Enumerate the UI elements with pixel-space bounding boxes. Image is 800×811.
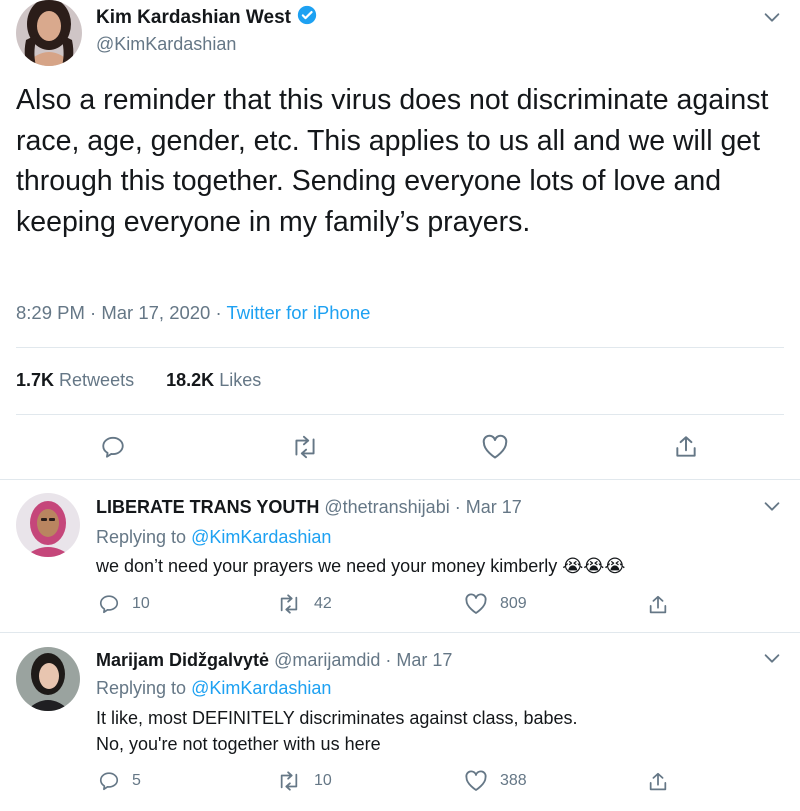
replying-to-label: Replying to [96, 527, 187, 547]
likes-stat[interactable]: 18.2K Likes [166, 370, 261, 390]
retweet-icon [295, 435, 315, 459]
reply-text-line: It like, most DEFINITELY discriminates a… [96, 708, 578, 728]
retweet-button[interactable] [288, 432, 322, 462]
reply-date[interactable]: · Mar 17 [455, 497, 522, 517]
reply-avatar[interactable] [16, 493, 80, 557]
reply-header: LIBERATE TRANS YOUTH @thetranshijabi · M… [96, 497, 522, 518]
heart-icon [465, 593, 487, 614]
replying-to-link[interactable]: @KimKardashian [191, 678, 331, 698]
reply-count: 10 [132, 595, 150, 612]
reply-like-button[interactable]: 388 [464, 770, 527, 792]
reply-reply-button[interactable]: 5 [98, 770, 141, 792]
reply-share-button[interactable] [646, 593, 670, 617]
crying-emoji: 😭😭😭 [562, 556, 626, 576]
reply-retweet-button[interactable]: 42 [276, 593, 332, 615]
replying-to-link[interactable]: @KimKardashian [191, 527, 331, 547]
reply-icon [102, 436, 124, 458]
share-icon [676, 436, 696, 457]
reply-share-button[interactable] [646, 770, 670, 794]
divider [0, 479, 800, 480]
author-name-text[interactable]: Kim Kardashian West [96, 7, 291, 29]
reply-date[interactable]: · Mar 17 [385, 650, 452, 670]
tweet-text: Also a reminder that this virus does not… [16, 84, 769, 238]
chevron-down-icon[interactable] [761, 495, 783, 517]
divider [16, 347, 784, 348]
reply-retweet-button[interactable]: 10 [276, 770, 332, 792]
retweet-icon [280, 771, 298, 791]
like-count: 388 [500, 772, 527, 789]
share-icon [649, 772, 667, 791]
reply-header: Marijam Didžgalvytė @marijamdid · Mar 17 [96, 650, 452, 671]
author-name[interactable]: Kim Kardashian West [96, 5, 317, 31]
reply-text: we don’t need your prayers we need your … [96, 553, 625, 579]
retweets-label: Retweets [59, 370, 135, 390]
replying-to: Replying to @KimKardashian [96, 527, 331, 548]
heart-icon [465, 770, 487, 791]
chevron-down-icon[interactable] [761, 6, 783, 28]
author-avatar[interactable] [16, 0, 82, 66]
reply-icon [99, 595, 119, 614]
reply-author-handle[interactable]: @thetranshijabi [324, 497, 449, 517]
tweet-timestamp[interactable]: 8:29 PM · Mar 17, 2020 · [16, 302, 226, 323]
heart-icon [482, 434, 508, 459]
divider [0, 632, 800, 633]
replying-to-label: Replying to [96, 678, 187, 698]
replying-to: Replying to @KimKardashian [96, 678, 331, 699]
retweet-icon [280, 594, 298, 614]
share-button[interactable] [671, 432, 701, 462]
share-icon [649, 595, 667, 614]
reply-icon [99, 772, 119, 791]
likes-count: 18.2K [166, 370, 215, 390]
retweet-count: 42 [314, 595, 332, 612]
reply-reply-button[interactable]: 10 [98, 593, 150, 615]
tweet-stats: 1.7K Retweets 18.2K Likes [16, 370, 261, 391]
reply-avatar[interactable] [16, 647, 80, 711]
reply-like-button[interactable]: 809 [464, 593, 527, 615]
reply-button[interactable] [98, 432, 128, 462]
tweet-source-link[interactable]: Twitter for iPhone [226, 302, 370, 323]
retweets-count: 1.7K [16, 370, 55, 390]
verified-badge-icon [297, 5, 317, 31]
author-handle[interactable]: @KimKardashian [96, 34, 236, 55]
reply-count: 5 [132, 772, 141, 789]
reply-text-line: we don’t need your prayers we need your … [96, 556, 558, 576]
like-count: 809 [500, 595, 527, 612]
chevron-down-icon[interactable] [761, 647, 783, 669]
divider [16, 414, 784, 415]
retweets-stat[interactable]: 1.7K Retweets [16, 370, 134, 390]
retweet-count: 10 [314, 772, 332, 789]
reply-text-line: No, you're not together with us here [96, 734, 381, 754]
likes-label: Likes [219, 370, 262, 390]
like-button[interactable] [480, 432, 510, 462]
reply-author-handle[interactable]: @marijamdid [274, 650, 380, 670]
reply-author-name[interactable]: LIBERATE TRANS YOUTH [96, 497, 319, 517]
reply-author-name[interactable]: Marijam Didžgalvytė [96, 650, 269, 670]
tweet-meta: 8:29 PM · Mar 17, 2020 · Twitter for iPh… [16, 302, 370, 324]
